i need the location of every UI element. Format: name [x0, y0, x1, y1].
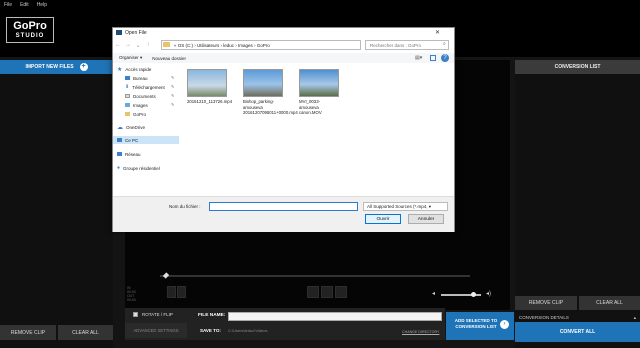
nav-desktop[interactable]: Bureau	[125, 74, 148, 82]
file-type-select[interactable]: All Supported Sources (*.mp4, ▾	[363, 202, 448, 211]
conversion-list-title: CONVERSION LIST	[515, 60, 640, 74]
pictures-icon	[125, 103, 130, 107]
folder-icon	[125, 112, 130, 116]
import-new-files-button[interactable]: IMPORT NEW FILES +	[0, 60, 113, 74]
open-button[interactable]: Ouvrir	[365, 214, 401, 224]
network-icon	[117, 152, 122, 156]
chevron-up-icon: ▴	[633, 314, 636, 320]
volume-low-icon: ◂	[432, 291, 436, 297]
file-item-label[interactable]: Bishop_parking-amouseva 20161207095011+0…	[243, 99, 298, 116]
navigation-pane: ★ Accès rapide Bureau ✎ ⬇ Téléchargement…	[113, 65, 179, 195]
file-item-label[interactable]: MVI_0033-amouseva canon.MOV	[299, 99, 339, 116]
address-bar[interactable]: « OS (C:) › Utilisateurs › leduc › Image…	[161, 40, 361, 50]
remove-clip-button[interactable]: REMOVE CLIP	[0, 325, 56, 340]
nav-documents[interactable]: Documents	[125, 92, 156, 100]
download-icon: ⬇	[125, 84, 130, 90]
menu-edit[interactable]: Edit	[20, 2, 29, 8]
volume-high-icon: ◂)	[486, 291, 492, 297]
media-bin	[0, 60, 113, 348]
nav-downloads[interactable]: ⬇ Téléchargement	[125, 83, 165, 91]
view-options-icon[interactable]: ▤▾	[415, 55, 422, 61]
forward-arrow-icon[interactable]: →	[123, 42, 133, 48]
nav-onedrive[interactable]: ☁ OneDrive	[117, 123, 145, 131]
play-button[interactable]	[321, 286, 333, 298]
nav-quick-access[interactable]: ★ Accès rapide	[117, 65, 151, 73]
nav-network[interactable]: Réseau	[117, 150, 141, 158]
file-name-input[interactable]	[228, 312, 442, 321]
pin-icon: ✎	[171, 93, 175, 98]
advanced-settings-tab[interactable]: ADVANCED SETTINGS	[125, 323, 187, 338]
preview-pane-icon[interactable]	[430, 55, 436, 61]
desktop-icon	[125, 76, 130, 80]
cloud-icon: ☁	[117, 124, 123, 131]
file-list: 20161210_113726.mp4 Bishop_parking-amous…	[183, 65, 454, 195]
save-to-label: SAVE TO:	[200, 328, 221, 333]
file-item-label[interactable]: 20161210_113726.mp4	[187, 99, 232, 105]
nav-this-pc[interactable]: Ce PC	[113, 136, 179, 144]
video-thumbnail[interactable]	[187, 69, 227, 97]
cancel-button[interactable]: Annuler	[408, 214, 444, 224]
rotate-flip-checkbox[interactable]	[133, 312, 138, 317]
dialog-toolbar: Organiser ▾ Nouveau dossier	[113, 53, 454, 63]
timeline-track[interactable]	[160, 275, 470, 277]
video-thumbnail[interactable]	[299, 69, 339, 97]
remove-clip-right-button[interactable]: REMOVE CLIP	[515, 296, 577, 310]
video-thumbnail[interactable]	[243, 69, 283, 97]
pin-icon: ✎	[171, 84, 175, 89]
folder-icon	[163, 42, 170, 47]
dialog-file-name-input[interactable]	[209, 202, 358, 211]
step-back-button[interactable]	[307, 286, 319, 298]
file-name-label: FILE NAME:	[198, 313, 226, 318]
clear-all-right-button[interactable]: CLEAR ALL	[579, 296, 640, 310]
dialog-title: Open File	[125, 29, 147, 36]
plus-icon: +	[79, 63, 88, 71]
computer-icon	[117, 138, 122, 142]
step-forward-button[interactable]	[335, 286, 347, 298]
open-file-dialog: Open File ✕ ← → ⌄ ↑ « OS (C:) › Utilisat…	[112, 27, 455, 232]
pin-icon: ✎	[171, 102, 175, 107]
in-out-times: IN 00:00 OUT 00:00	[127, 286, 136, 302]
nav-images[interactable]: Images	[125, 101, 148, 109]
clear-all-button[interactable]: CLEAR ALL	[58, 325, 113, 340]
pin-icon: ✎	[171, 75, 175, 80]
nav-gopro[interactable]: GoPro	[125, 110, 146, 118]
help-icon[interactable]: ?	[441, 54, 449, 62]
back-arrow-icon[interactable]: ←	[113, 42, 123, 48]
close-icon[interactable]: ✕	[435, 29, 440, 36]
save-to-path: C:\Users\leduc\Videos	[228, 328, 268, 333]
search-icon: ⌕	[443, 41, 446, 47]
organize-menu[interactable]: Organiser ▾	[119, 55, 142, 61]
menu-help[interactable]: Help	[37, 2, 47, 8]
volume-knob[interactable]	[471, 292, 476, 297]
convert-all-button[interactable]: CONVERT ALL	[515, 322, 640, 342]
recent-chevron-icon[interactable]: ⌄	[133, 42, 143, 49]
arrow-right-icon: ›	[500, 320, 509, 329]
search-input[interactable]: Rechercher dans : GoPro	[365, 40, 449, 50]
up-arrow-icon[interactable]: ↑	[143, 42, 153, 48]
menu-file[interactable]: File	[4, 2, 12, 8]
homegroup-icon: ●	[117, 165, 121, 171]
document-icon	[125, 94, 130, 98]
rotate-flip-label: ROTATE / FLIP	[142, 312, 173, 317]
new-folder-button[interactable]: Nouveau dossier	[152, 56, 186, 61]
file-name-label: Nom du fichier :	[169, 204, 201, 209]
star-icon: ★	[117, 66, 123, 73]
conversion-details-toggle[interactable]: CONVERSION DETAILS ▴	[515, 313, 640, 322]
gopro-studio-logo: GoPro STUDIO	[6, 17, 54, 43]
menu-bar: File Edit Help	[0, 0, 640, 9]
mark-out-button[interactable]	[177, 286, 186, 298]
change-directory-link[interactable]: CHANGE DIRECTORY	[402, 330, 439, 334]
nav-homegroup[interactable]: ● Groupe résidentiel	[117, 164, 160, 172]
mark-in-button[interactable]	[167, 286, 176, 298]
